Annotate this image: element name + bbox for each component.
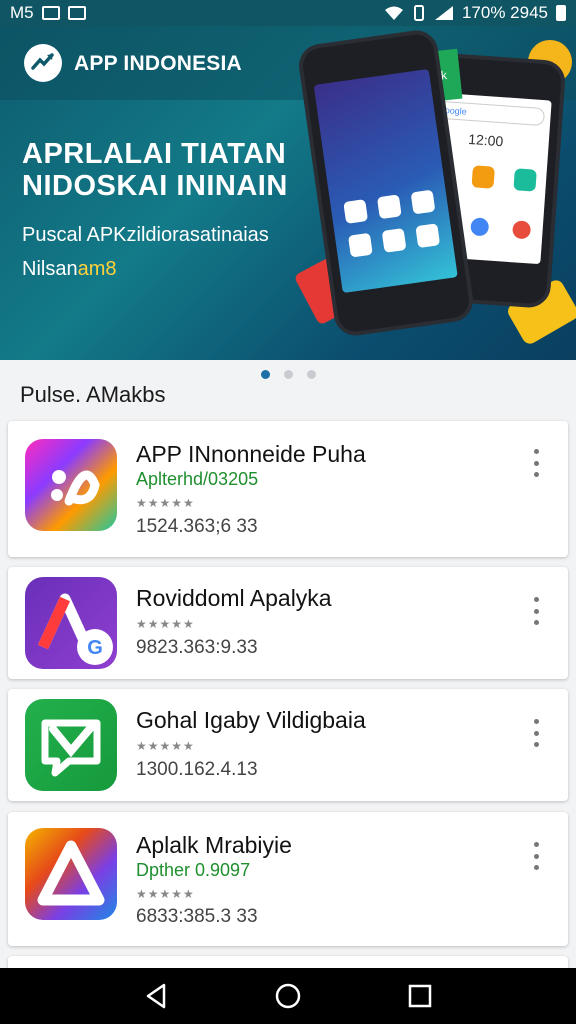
banner-title-line1: APRLALAI TIATAN bbox=[22, 138, 287, 170]
signal-icon bbox=[434, 6, 453, 20]
app-card[interactable]: Gohal Igaby Vildigbaia ★★★★★ 1300.162.4.… bbox=[8, 689, 568, 801]
more-options-icon[interactable] bbox=[526, 719, 546, 747]
banner-title-line2: NIDOSKAI ININAIN bbox=[22, 170, 288, 202]
app-name[interactable]: Roviddoml Apalyka bbox=[136, 585, 332, 612]
colorful-swirl-icon[interactable] bbox=[25, 439, 117, 531]
app-rating-stars: ★★★★★ bbox=[136, 739, 195, 753]
carousel-dot-2[interactable] bbox=[283, 370, 293, 379]
recents-icon[interactable] bbox=[396, 972, 444, 1020]
app-size: 1300.162.4.13 bbox=[136, 759, 258, 780]
app-size: 6833:385.3 33 bbox=[136, 906, 258, 927]
vibrate-icon bbox=[413, 5, 424, 21]
app-name[interactable]: APP INnonneide Puha bbox=[136, 441, 366, 468]
home-icon[interactable] bbox=[264, 972, 312, 1020]
app-rating-stars: ★★★★★ bbox=[136, 617, 195, 631]
app-rating-stars: ★★★★★ bbox=[136, 887, 195, 901]
app-size: 9823.363:9.33 bbox=[136, 637, 258, 658]
section-title: Pulse. AMakbs bbox=[20, 382, 166, 407]
banner-subtitle-2: Nilsanam8 bbox=[22, 258, 117, 280]
carousel-indicator bbox=[0, 370, 576, 379]
app-card[interactable]: G Roviddoml Apalyka ★★★★★ 9823.363:9.33 bbox=[8, 567, 568, 679]
app-name[interactable]: Gohal Igaby Vildigbaia bbox=[136, 707, 366, 734]
rainbow-triangle-icon[interactable] bbox=[25, 828, 117, 920]
app-card[interactable]: APP INnonneide Puha Aplterhd/03205 ★★★★★… bbox=[8, 421, 568, 557]
battery-icon bbox=[556, 5, 566, 21]
purple-a-google-icon[interactable]: G bbox=[25, 577, 117, 669]
more-options-icon[interactable] bbox=[526, 842, 546, 870]
app-developer: Aplterhd/03205 bbox=[136, 469, 259, 489]
status-bar: M5 170% 2945 bbox=[0, 0, 576, 26]
notification-icon bbox=[67, 6, 86, 20]
app-card[interactable]: Aplalk Mrabiyie Dpther 0.9097 ★★★★★ 6833… bbox=[8, 812, 568, 946]
app-rating-stars: ★★★★★ bbox=[136, 496, 195, 510]
app-size: 1524.363;6 33 bbox=[136, 516, 258, 537]
carousel-dot-3[interactable] bbox=[306, 370, 316, 379]
status-text-right: 170% 2945 bbox=[461, 3, 548, 22]
app-indonesia-logo-icon bbox=[24, 44, 62, 82]
back-icon[interactable] bbox=[132, 972, 180, 1020]
promo-banner[interactable]: APP INDONESIA APRLALAI TIATAN NIDOSKAI I… bbox=[0, 26, 576, 360]
svg-text:G: G bbox=[87, 637, 103, 659]
wifi-icon bbox=[384, 6, 403, 20]
banner-subtitle: Puscal APKzildiorasatinaias bbox=[22, 224, 269, 246]
green-chat-icon[interactable] bbox=[25, 699, 117, 791]
brand-name: APP INDONESIA bbox=[74, 52, 242, 75]
app-developer: Dpther 0.9097 bbox=[136, 860, 251, 880]
carousel-dot-1[interactable] bbox=[260, 370, 270, 379]
status-text-left: M5 bbox=[10, 3, 34, 22]
more-options-icon[interactable] bbox=[526, 449, 546, 477]
image-icon bbox=[41, 6, 60, 20]
system-nav-bar bbox=[0, 968, 576, 1024]
more-options-icon[interactable] bbox=[526, 597, 546, 625]
app-name[interactable]: Aplalk Mrabiyie bbox=[136, 832, 292, 859]
